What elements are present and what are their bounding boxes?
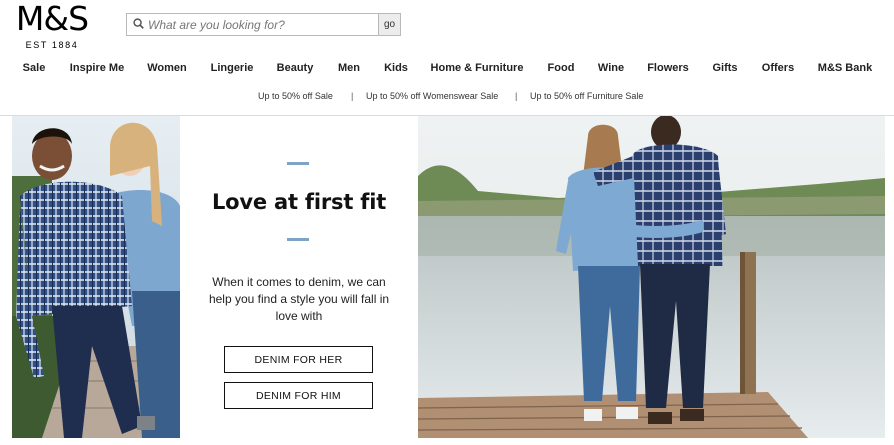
nav-item-offers[interactable]: Offers — [762, 62, 794, 74]
promo-strip: Up to 50% off Sale | Up to 50% off Women… — [0, 91, 894, 105]
hero-image-couple-walking[interactable] — [12, 116, 180, 438]
nav-item-flowers[interactable]: Flowers — [647, 62, 689, 74]
nav-item-women[interactable]: Women — [147, 62, 187, 74]
nav-item-food[interactable]: Food — [548, 62, 575, 74]
search-icon — [133, 16, 144, 34]
hero-promo-panel: Love at first fit When it comes to denim… — [180, 116, 418, 438]
search-bar: go — [126, 13, 401, 36]
nav-item-beauty[interactable]: Beauty — [277, 62, 314, 74]
nav-item-inspire-me[interactable]: Inspire Me — [70, 62, 124, 74]
nav-item-lingerie[interactable]: Lingerie — [211, 62, 254, 74]
nav-item-men[interactable]: Men — [338, 62, 360, 74]
hero-body-text: When it comes to denim, we can help you … — [208, 275, 390, 323]
nav-item-sale[interactable]: Sale — [23, 62, 46, 74]
nav-item-wine[interactable]: Wine — [598, 62, 624, 74]
hero-image-couple-lake[interactable] — [418, 116, 885, 438]
nav-item-kids[interactable]: Kids — [384, 62, 408, 74]
nav-item-ms-bank[interactable]: M&S Bank — [818, 62, 872, 74]
main-nav: Sale Inspire Me Women Lingerie Beauty Me… — [0, 62, 894, 80]
accent-bar-bottom — [287, 238, 309, 241]
brand-logo[interactable]: M&S EST 1884 — [10, 0, 94, 51]
search-go-button[interactable]: go — [378, 13, 401, 36]
nav-item-home-furniture[interactable]: Home & Furniture — [431, 62, 524, 74]
nav-item-gifts[interactable]: Gifts — [712, 62, 737, 74]
promo-link-furniture[interactable]: Up to 50% off Furniture Sale — [530, 91, 643, 101]
promo-separator: | — [351, 91, 354, 101]
hero-headline: Love at first fit — [211, 190, 387, 214]
promo-link-womenswear[interactable]: Up to 50% off Womenswear Sale — [366, 91, 498, 101]
brand-name: M&S — [15, 0, 89, 38]
denim-for-her-button[interactable]: DENIM FOR HER — [224, 346, 373, 373]
promo-separator: | — [515, 91, 518, 101]
accent-bar-top — [287, 162, 309, 165]
search-input[interactable] — [144, 17, 378, 32]
search-field[interactable] — [126, 13, 378, 36]
denim-for-him-button[interactable]: DENIM FOR HIM — [224, 382, 373, 409]
brand-tagline: EST 1884 — [25, 40, 79, 50]
promo-link-sale[interactable]: Up to 50% off Sale — [258, 91, 333, 101]
